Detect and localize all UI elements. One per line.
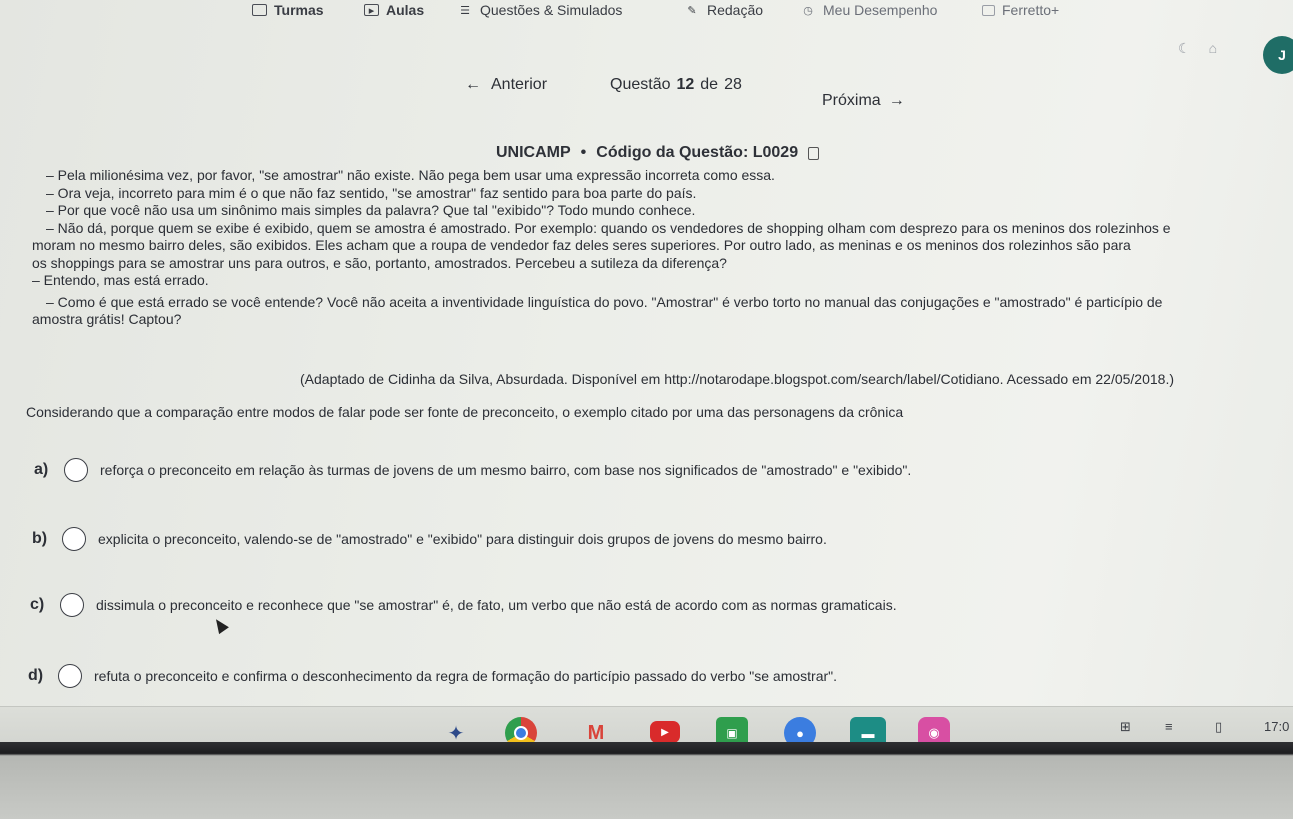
youtube-icon[interactable]: ▶ [650,721,680,743]
option-text: dissimula o preconceito e reconhece que … [96,597,897,613]
passage-line: – Entendo, mas está errado. [32,272,209,288]
previous-label: Anterior [491,76,548,93]
option-text: refuta o preconceito e confirma o descon… [94,668,838,684]
clock-icon: ◷ [803,4,813,17]
bullet-separator: • [580,144,587,161]
nav-desempenho[interactable]: ◷ Meu Desempenho [800,2,937,18]
nav-aulas[interactable]: ▸ Aulas [364,2,424,18]
current-question: 12 [676,76,695,93]
question-word: Questão [610,76,671,93]
nav-redacao-label: Redação [707,2,764,18]
question-code: Código da Questão: L0029 [596,144,799,161]
play-icon: ▸ [364,4,379,17]
arrow-right-icon: → [888,92,905,109]
passage-line: amostra grátis! Captou? [32,311,182,327]
next-button[interactable]: Próxima → [822,92,905,110]
nav-redacao[interactable]: ✎ Redação [684,2,763,18]
avatar-initial: J [1278,47,1286,63]
screen-capture-icon[interactable]: ⊞ [1120,719,1131,735]
nav-ferretto-label: Ferretto+ [1002,2,1060,18]
nav-turmas[interactable]: Turmas [252,2,324,18]
passage-line: moram no mesmo bairro deles, são exibido… [32,237,1131,253]
option-text: reforça o preconceito em relação às turm… [100,462,912,478]
screen-bezel [0,742,1293,819]
arrow-left-icon: ← [465,76,481,93]
pencil-icon: ✎ [687,4,697,17]
passage: – Pela milionésima vez, por favor, "se a… [32,167,1287,329]
moon-icon[interactable]: ☾ [1178,40,1191,57]
passage-line: – Não dá, porque quem se exibe é exibido… [46,219,1171,236]
app-screen: Turmas ▸ Aulas ☰ Questões & Simulados ✎ … [0,0,1293,750]
battery-icon[interactable]: ▯ [1215,719,1222,735]
option-letter: b) [32,530,48,547]
nav-ferretto-plus[interactable]: Ferretto+ [982,2,1059,18]
copy-icon[interactable] [808,146,820,160]
option-c[interactable]: c) dissimula o preconceito e reconhece q… [30,593,897,617]
list-icon: ☰ [460,4,470,17]
question-header: UNICAMP • Código da Questão: L0029 [496,144,820,162]
nav-aulas-label: Aulas [386,2,425,18]
option-text: explicita o preconceito, valendo-se de "… [98,531,827,547]
next-label: Próxima [822,92,881,109]
option-d[interactable]: d) refuta o preconceito e confirma o des… [28,664,837,688]
option-b[interactable]: b) explicita o preconceito, valendo-se d… [32,527,827,551]
option-letter: d) [28,667,44,684]
top-navigation: Turmas ▸ Aulas ☰ Questões & Simulados ✎ … [0,0,1293,30]
passage-credit: (Adaptado de Cidinha da Silva, Absurdada… [300,371,1175,387]
passage-line: – Pela milionésima vez, por favor, "se a… [46,167,775,183]
question-stem: Considerando que a comparação entre modo… [26,404,904,420]
previous-button[interactable]: ← Anterior [465,76,547,94]
option-letter: a) [34,461,49,478]
bell-icon[interactable]: ⌂ [1209,40,1217,57]
question-pager: ← Anterior Questão 12 de 28 Próxima → [0,76,1293,109]
nav-turmas-label: Turmas [274,2,324,18]
radio-button[interactable] [60,593,84,617]
of-word: de [700,76,719,93]
nav-questoes[interactable]: ☰ Questões & Simulados [457,2,622,18]
radio-button[interactable] [64,458,88,482]
clock-time[interactable]: 17:0 [1264,719,1289,734]
avatar[interactable]: J [1263,36,1293,74]
option-a[interactable]: a) reforça o preconceito em relação às t… [34,458,911,482]
option-letter: c) [30,596,45,613]
question-counter: Questão 12 de 28 [610,76,742,94]
passage-line: – Ora veja, incorreto para mim é o que n… [46,184,697,201]
radio-button[interactable] [62,527,86,551]
play-box-icon [982,4,995,16]
passage-line: os shoppings para se amostrar uns para o… [32,254,727,271]
total-questions: 28 [724,76,742,93]
passage-line: – Por que você não usa um sinônimo mais … [46,202,696,218]
header-actions: ☾ ⌂ [1178,40,1217,57]
nav-questoes-label: Questões & Simulados [480,2,623,18]
question-source: UNICAMP [496,144,571,161]
passage-line: – Como é que está errado se você entende… [46,293,1163,310]
clipboard-icon[interactable]: ≡ [1165,719,1173,734]
checklist-icon [252,4,267,16]
mouse-cursor-icon [211,615,229,635]
radio-button[interactable] [58,664,82,688]
nav-desempenho-label: Meu Desempenho [823,2,938,18]
